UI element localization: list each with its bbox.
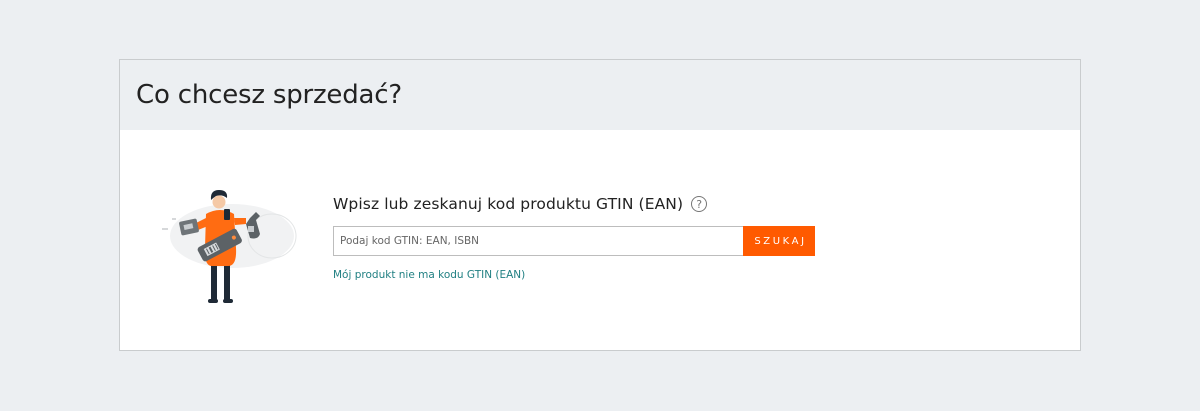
illustration-head — [212, 195, 226, 209]
illustration-label — [248, 226, 254, 232]
sell-card: Co chcesz sprzedać? Wpisz lub zeskanuj k… — [119, 59, 1081, 351]
illustration-shoe — [208, 299, 218, 303]
illustration-leg — [224, 264, 230, 301]
illustration-leg — [211, 264, 217, 301]
illustration-shoe — [223, 299, 233, 303]
product-scanning-illustration — [162, 190, 297, 303]
gtin-input[interactable] — [333, 226, 743, 256]
gtin-search-section: Wpisz lub zeskanuj kod produktu GTIN (EA… — [333, 195, 815, 283]
page-title: Co chcesz sprzedać? — [136, 80, 402, 110]
illustration-arm — [234, 218, 246, 225]
prompt-row: Wpisz lub zeskanuj kod produktu GTIN (EA… — [333, 195, 815, 213]
search-button[interactable]: SZUKAJ — [743, 226, 815, 256]
card-body: Wpisz lub zeskanuj kod produktu GTIN (EA… — [120, 130, 1080, 350]
help-icon[interactable]: ? — [691, 196, 708, 212]
search-row: SZUKAJ — [333, 226, 815, 256]
gtin-prompt: Wpisz lub zeskanuj kod produktu GTIN (EA… — [333, 195, 684, 213]
illustration-dash — [172, 218, 176, 220]
illustration-dash — [162, 228, 168, 230]
no-gtin-link[interactable]: Mój produkt nie ma kodu GTIN (EAN) — [333, 269, 525, 281]
card-header: Co chcesz sprzedać? — [120, 60, 1080, 130]
illustration-phone — [224, 209, 230, 220]
